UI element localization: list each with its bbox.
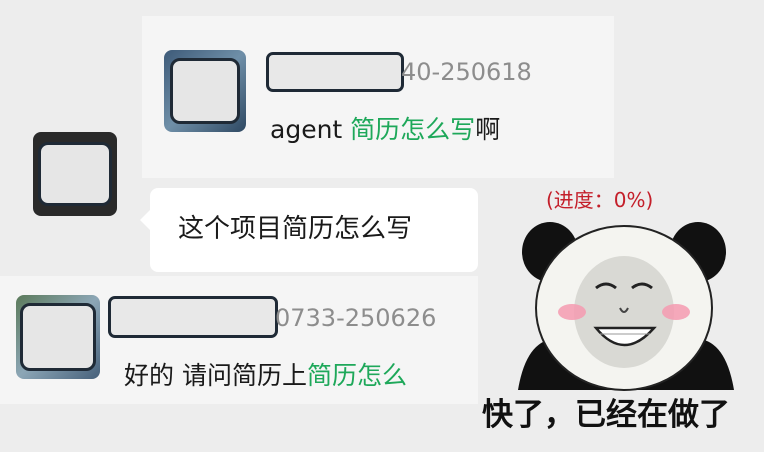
blush-left (558, 304, 586, 320)
sender-handle: 40-250618 (401, 58, 532, 86)
quoted-message-text: agent 简历怎么写啊 (270, 117, 500, 142)
quoted-message-text: 好的 请问简历上简历怎么 (124, 363, 407, 388)
redaction-box (170, 58, 240, 124)
message-text-plain: agent (270, 115, 351, 144)
panda-meme-image (518, 222, 734, 391)
blush-right (662, 304, 690, 320)
redaction-box (38, 142, 112, 206)
message-text-tail: 啊 (475, 115, 501, 144)
chat-bubble[interactable]: 这个项目简历怎么写 (140, 188, 478, 272)
message-keyword[interactable]: 简历怎么写 (350, 115, 475, 144)
username-redaction (108, 296, 278, 338)
message-keyword[interactable]: 简历怎么 (307, 361, 407, 390)
chat-bubble-text: 这个项目简历怎么写 (178, 214, 413, 244)
avatar[interactable] (16, 295, 100, 379)
username-redaction (266, 52, 404, 92)
avatar[interactable] (33, 132, 117, 216)
message-text-plain: 好的 请问简历上 (124, 361, 307, 390)
redaction-box (20, 303, 96, 371)
avatar[interactable] (164, 50, 246, 132)
sender-handle: 0733-250626 (275, 304, 437, 332)
meme-caption: 快了，已经在做了 (482, 397, 730, 433)
